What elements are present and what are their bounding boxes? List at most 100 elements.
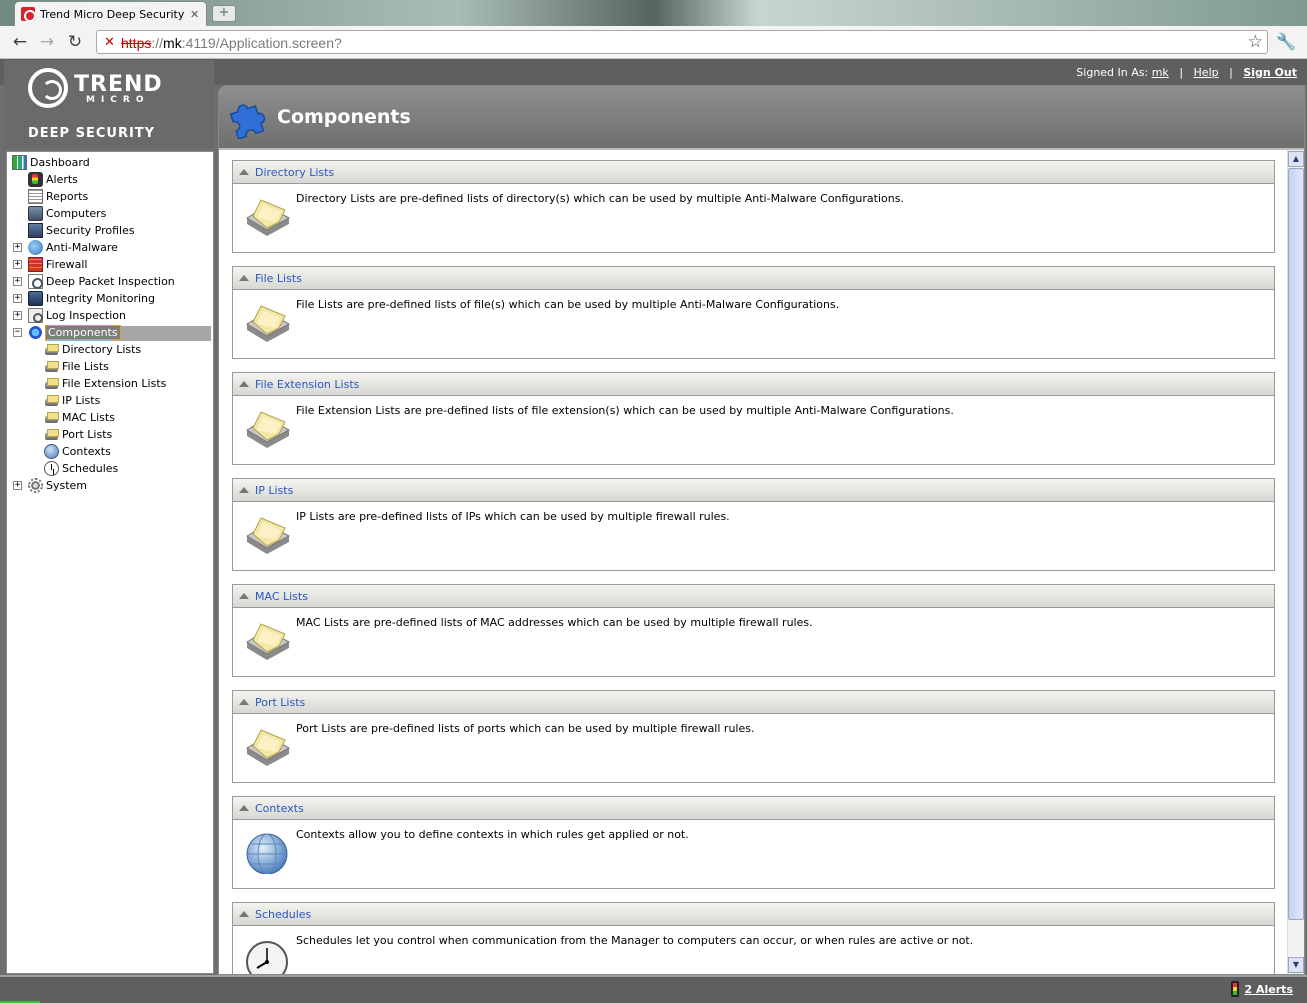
section-file-extension-lists: File Extension Lists File Extension List… — [232, 372, 1275, 465]
collapse-arrow-icon[interactable] — [239, 487, 249, 493]
url-text: https://mk:4119/Application.screen? — [121, 35, 342, 51]
section-description: Contexts allow you to define contexts in… — [296, 828, 689, 841]
nav-item-dashboard[interactable]: Dashboard — [12, 154, 90, 171]
section-title-link[interactable]: Directory Lists — [255, 166, 334, 179]
list-icon — [246, 517, 291, 554]
nav-item-security-profiles[interactable]: Security Profiles — [28, 222, 135, 239]
help-link[interactable]: Help — [1194, 66, 1219, 79]
expand-icon[interactable]: + — [13, 311, 22, 320]
nav-item-mac-lists[interactable]: MAC Lists — [44, 409, 115, 426]
section-header[interactable]: Port Lists — [233, 691, 1274, 714]
nav-label: System — [46, 479, 88, 492]
nav-label: Firewall — [46, 258, 88, 271]
nav-item-file-extension-lists[interactable]: File Extension Lists — [44, 375, 166, 392]
section-header[interactable]: File Extension Lists — [233, 373, 1274, 396]
close-icon[interactable]: ✕ — [190, 8, 199, 21]
nav-label: Dashboard — [30, 156, 90, 169]
nav-item-integrity-monitoring[interactable]: Integrity Monitoring — [28, 290, 155, 307]
nav-label: Reports — [46, 190, 89, 203]
list-icon — [44, 359, 59, 374]
section-header[interactable]: File Lists — [233, 267, 1274, 290]
section-header[interactable]: Contexts — [233, 797, 1274, 820]
section-header[interactable]: MAC Lists — [233, 585, 1274, 608]
collapse-arrow-icon[interactable] — [239, 169, 249, 175]
scroll-down-icon[interactable]: ▼ — [1288, 957, 1304, 973]
nav-item-contexts[interactable]: Contexts — [44, 443, 111, 460]
nav-item-file-lists[interactable]: File Lists — [44, 358, 109, 375]
insecure-lock-icon[interactable]: ✕ — [102, 35, 117, 50]
section-title-link[interactable]: IP Lists — [255, 484, 293, 497]
section-header[interactable]: Schedules — [233, 903, 1274, 926]
alerts-link[interactable]: 2 Alerts — [1245, 983, 1293, 996]
nav-item-reports[interactable]: Reports — [28, 188, 88, 205]
vertical-scrollbar[interactable]: ▲ ▼ — [1287, 150, 1304, 974]
alerts-icon — [28, 172, 43, 187]
scrollbar-thumb[interactable] — [1288, 168, 1304, 920]
section-header[interactable]: IP Lists — [233, 479, 1274, 502]
section-mac-lists: MAC Lists MAC Lists are pre-defined list… — [232, 584, 1275, 677]
section-title-link[interactable]: Port Lists — [255, 696, 305, 709]
list-icon — [246, 199, 291, 236]
address-bar[interactable]: ✕ https://mk:4119/Application.screen? ☆ — [96, 30, 1268, 54]
trend-micro-logo-icon — [28, 68, 68, 108]
nav-item-computers[interactable]: Computers — [28, 205, 106, 222]
nav-item-firewall[interactable]: Firewall — [28, 256, 87, 273]
nav-item-ip-lists[interactable]: IP Lists — [44, 392, 100, 409]
forward-arrow-icon[interactable]: → — [36, 32, 58, 52]
section-header[interactable]: Directory Lists — [233, 161, 1274, 184]
url-path: :4119/Application.screen? — [181, 35, 342, 51]
nav-item-deep-packet-inspection[interactable]: Deep Packet Inspection — [28, 273, 175, 290]
expand-icon[interactable]: + — [13, 481, 22, 490]
page-title: Components — [277, 106, 411, 128]
browser-tab[interactable]: Trend Micro Deep Security Ma ✕ — [14, 1, 207, 26]
section-title-link[interactable]: Schedules — [255, 908, 311, 921]
sign-out-link[interactable]: Sign Out — [1243, 66, 1297, 79]
bookmark-star-icon[interactable]: ☆ — [1248, 32, 1263, 52]
page-header: Components — [219, 86, 1304, 150]
log-inspection-icon — [28, 308, 43, 323]
scroll-up-icon[interactable]: ▲ — [1288, 151, 1304, 167]
browser-tab-title: Trend Micro Deep Security Ma — [40, 7, 185, 21]
nav-label: Log Inspection — [46, 309, 126, 322]
collapse-arrow-icon[interactable] — [239, 381, 249, 387]
section-title-link[interactable]: File Extension Lists — [255, 378, 359, 391]
username-link[interactable]: mk — [1152, 66, 1169, 79]
brand-sub: MICRO — [86, 95, 150, 105]
traffic-light-icon — [1230, 981, 1239, 997]
nav-item-port-lists[interactable]: Port Lists — [44, 426, 112, 443]
nav-item-anti-malware[interactable]: Anti-Malware — [28, 239, 118, 256]
list-icon — [44, 393, 59, 408]
section-title-link[interactable]: MAC Lists — [255, 590, 308, 603]
nav-label: Directory Lists — [62, 343, 142, 356]
collapse-arrow-icon[interactable] — [239, 805, 249, 811]
expand-icon[interactable]: + — [13, 260, 22, 269]
nav-label: Alerts — [46, 173, 78, 186]
new-tab-button[interactable]: + — [212, 5, 236, 22]
collapse-arrow-icon[interactable] — [239, 699, 249, 705]
wrench-menu-icon[interactable]: 🔧 — [1276, 32, 1296, 51]
collapse-icon[interactable]: − — [13, 328, 22, 337]
browser-tabstrip: Trend Micro Deep Security Ma ✕ + — [0, 0, 1307, 26]
section-schedules: Schedules Schedules let you control when… — [232, 902, 1275, 974]
section-title-link[interactable]: Contexts — [255, 802, 304, 815]
collapse-arrow-icon[interactable] — [239, 593, 249, 599]
collapse-arrow-icon[interactable] — [239, 275, 249, 281]
dpi-icon — [28, 274, 43, 289]
nav-item-components[interactable]: Components — [28, 324, 121, 341]
nav-item-system[interactable]: System — [28, 477, 87, 494]
section-title-link[interactable]: File Lists — [255, 272, 302, 285]
nav-item-log-inspection[interactable]: Log Inspection — [28, 307, 126, 324]
expand-icon[interactable]: + — [13, 243, 22, 252]
expand-icon[interactable]: + — [13, 294, 22, 303]
url-host: mk — [163, 35, 182, 51]
nav-item-schedules[interactable]: Schedules — [44, 460, 118, 477]
back-arrow-icon[interactable]: ← — [9, 32, 31, 52]
reload-icon[interactable]: ↻ — [64, 32, 86, 52]
collapse-arrow-icon[interactable] — [239, 911, 249, 917]
expand-icon[interactable]: + — [13, 277, 22, 286]
system-icon — [28, 478, 43, 493]
nav-label: Schedules — [62, 462, 119, 475]
separator: | — [1229, 66, 1233, 79]
nav-item-directory-lists[interactable]: Directory Lists — [44, 341, 141, 358]
nav-item-alerts[interactable]: Alerts — [28, 171, 78, 188]
